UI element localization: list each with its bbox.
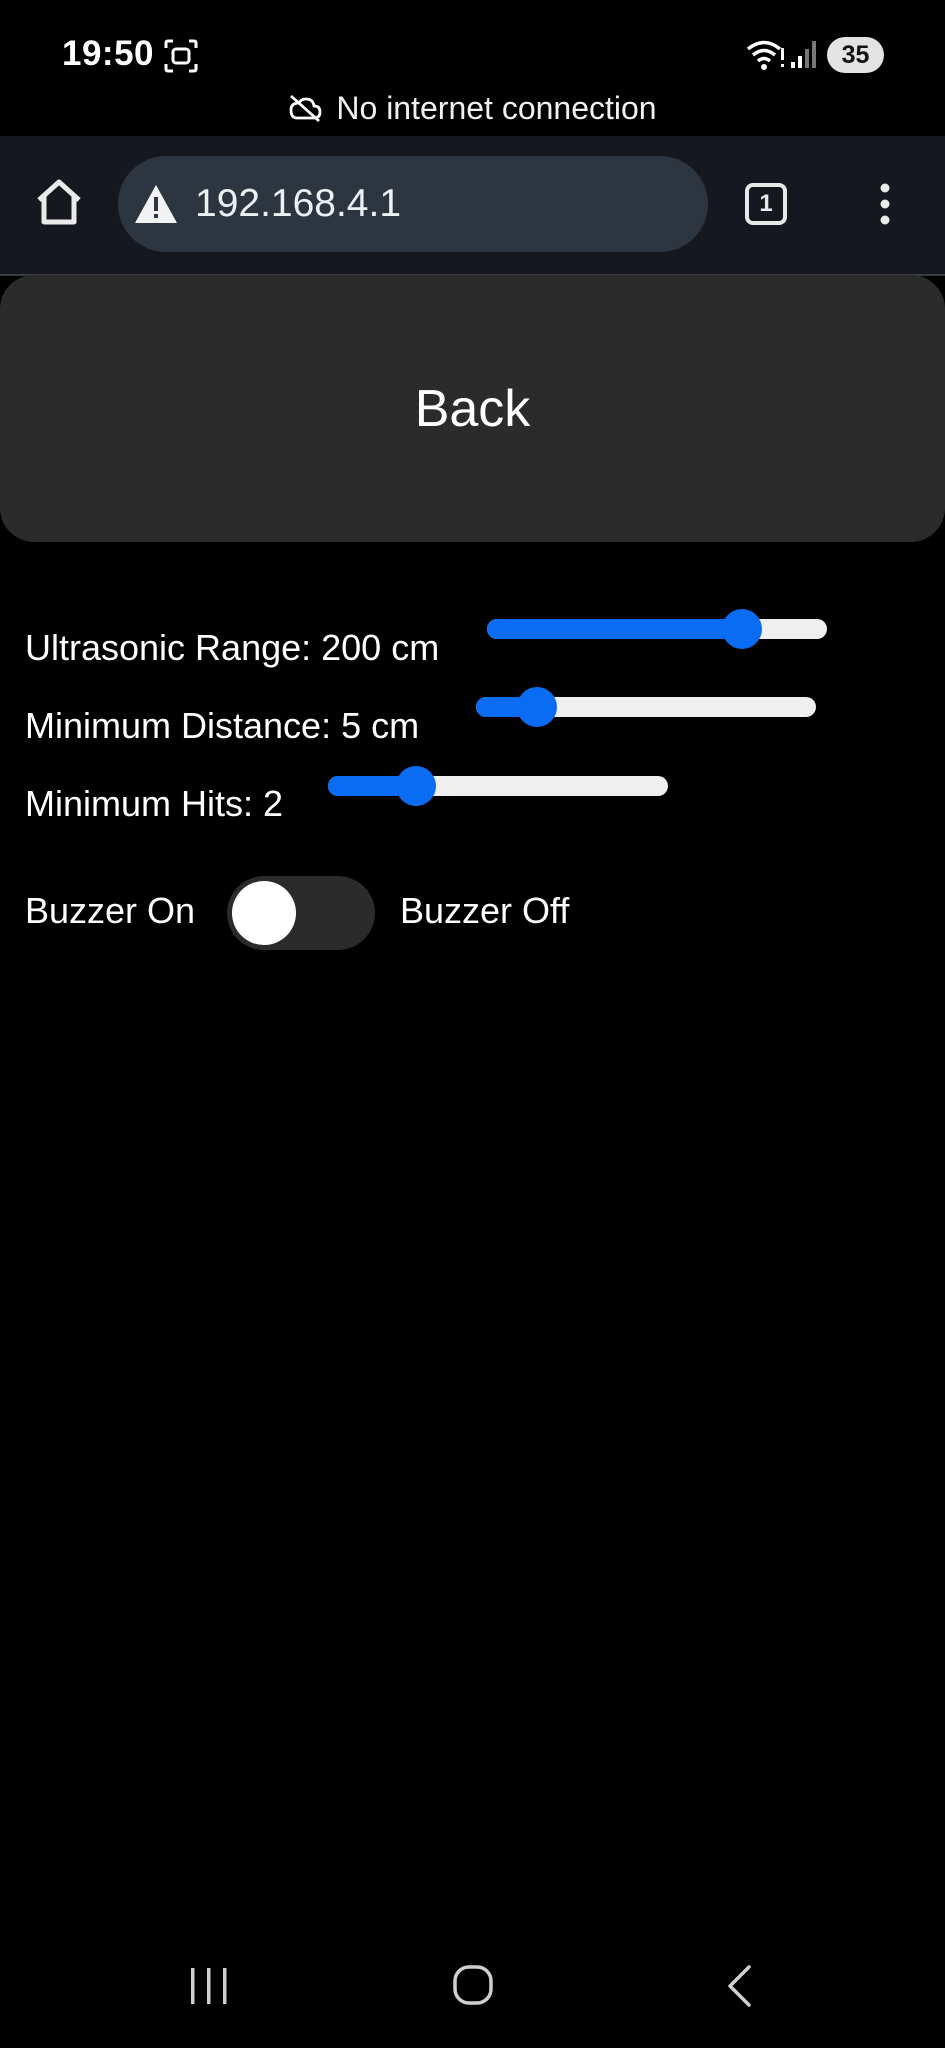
back-nav-icon[interactable] [724, 1964, 754, 2008]
home-icon[interactable] [33, 176, 85, 228]
wifi-icon [746, 40, 784, 70]
buzzer-on-label: Buzzer On [25, 890, 196, 931]
navigation-bar [0, 1930, 945, 2048]
ultrasonic-range-slider[interactable] [487, 609, 827, 649]
more-vert-icon[interactable] [868, 180, 902, 228]
url-bar[interactable]: 192.168.4.1 [118, 156, 708, 252]
url-text[interactable]: 192.168.4.1 [195, 182, 401, 226]
toggle-knob [232, 881, 296, 945]
tab-count: 1 [759, 190, 773, 217]
browser-toolbar: 192.168.4.1 1 [0, 136, 945, 276]
slider-thumb[interactable] [517, 687, 558, 727]
status-time: 19:50 [62, 34, 155, 73]
connection-notice: No internet connection [0, 86, 945, 130]
minimum-hits-slider[interactable] [328, 766, 668, 806]
slider-fill [487, 619, 742, 639]
screen-capture-icon [164, 39, 198, 73]
buzzer-off-label: Buzzer Off [400, 890, 570, 931]
minimum-distance-label: Minimum Distance: 5 cm [25, 705, 420, 746]
ultrasonic-range-label: Ultrasonic Range: 200 cm [25, 627, 440, 668]
tab-switcher-button[interactable]: 1 [745, 183, 787, 225]
back-button[interactable]: Back [0, 275, 945, 542]
cloud-off-icon [289, 94, 322, 122]
warning-icon[interactable] [133, 183, 179, 225]
minimum-distance-slider[interactable] [476, 687, 816, 727]
connection-notice-text: No internet connection [336, 89, 657, 126]
battery-indicator: 35 [827, 37, 884, 73]
buzzer-toggle[interactable] [227, 876, 375, 950]
minimum-hits-label: Minimum Hits: 2 [25, 783, 284, 824]
slider-thumb[interactable] [722, 609, 762, 649]
status-bar: 19:50 35 [0, 0, 945, 100]
signal-icon [791, 41, 816, 68]
slider-thumb[interactable] [396, 766, 437, 806]
recents-icon[interactable] [187, 1966, 231, 2006]
home-nav-icon[interactable] [452, 1964, 494, 2006]
